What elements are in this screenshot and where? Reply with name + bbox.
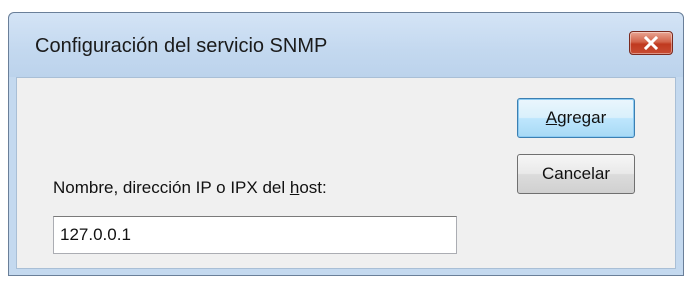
close-icon [644, 36, 658, 50]
snmp-config-dialog: Configuración del servicio SNMP Agregar … [8, 12, 684, 276]
close-button[interactable] [629, 31, 673, 55]
add-button[interactable]: Agregar [517, 98, 635, 138]
dialog-client-area: Agregar Cancelar Nombre, dirección IP o … [16, 77, 676, 269]
title-bar[interactable]: Configuración del servicio SNMP [9, 13, 683, 77]
host-label-suffix: ost: [299, 178, 327, 197]
host-label-mnemonic: h [289, 178, 300, 197]
add-button-mnemonic: A [545, 108, 558, 127]
host-input[interactable] [53, 216, 457, 254]
window-title: Configuración del servicio SNMP [35, 35, 328, 57]
add-button-label: gregar [557, 108, 607, 127]
host-label-text: Nombre, dirección IP o IPX del [53, 178, 290, 197]
cancel-button[interactable]: Cancelar [517, 154, 635, 194]
cancel-button-label: Cancelar [541, 164, 611, 183]
host-field-label: Nombre, dirección IP o IPX del host: [53, 178, 327, 198]
